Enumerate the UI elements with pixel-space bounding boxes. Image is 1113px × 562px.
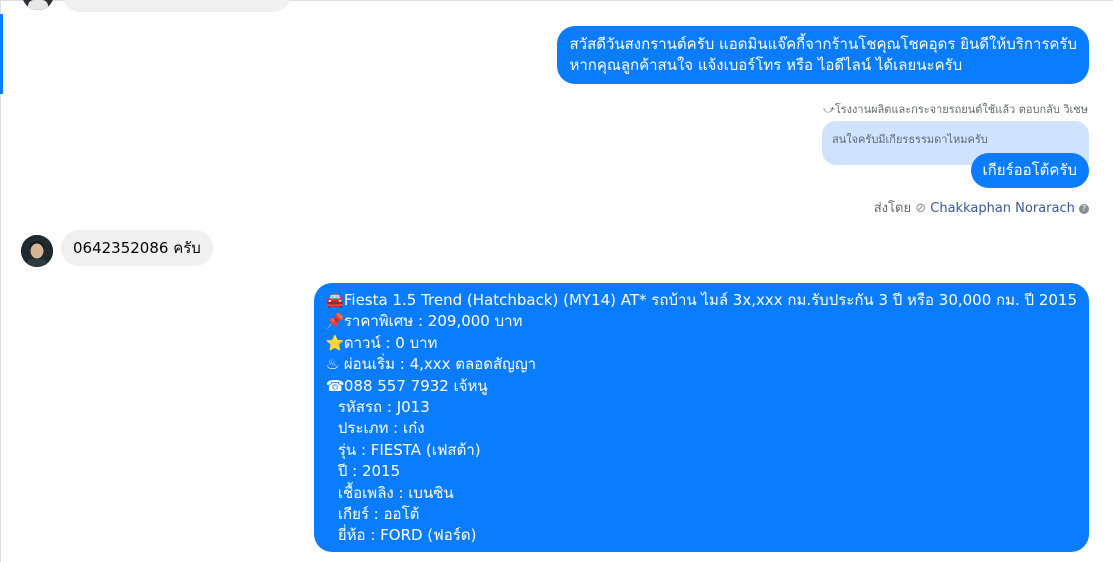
listing-line: ♨ ผ่อนเริ่ม : 4,xxx ตลอดสัญญา — [326, 354, 1077, 375]
active-indicator — [0, 14, 3, 94]
listing-detail: เชื้อเพลิง : เบนซิน — [337, 483, 454, 502]
hot-springs-icon: ♨ — [325, 355, 340, 374]
listing-detail: เกียร์ : ออโต้ — [337, 505, 420, 524]
help-icon[interactable]: ? — [1079, 204, 1089, 214]
sent-by-info: ส่งโดย ⊘ Chakkaphan Norarach ? — [874, 197, 1089, 218]
pushpin-icon: 📌 — [325, 312, 345, 331]
listing-line: 📌ราคาพิเศษ : 209,000 บาท — [326, 311, 1077, 332]
car-icon: 🚘 — [325, 291, 345, 309]
person-avatar-icon — [22, 0, 54, 10]
incoming-message-phone: 0642352086 ครับ — [61, 230, 213, 266]
outgoing-message-listing: 🚘Fiesta 1.5 Trend (Hatchback) (MY14) AT*… — [313, 283, 1089, 552]
listing-detail: รหัสรถ : J013 — [337, 398, 430, 417]
listing-line: ⭐ดาวน์ : 0 บาท — [326, 333, 1077, 354]
outgoing-message-gear: เกียร์ออโต้ครับ — [970, 153, 1089, 188]
page-icon: ⊘ — [915, 201, 927, 216]
listing-detail: ปี : 2015 — [337, 462, 401, 481]
reply-arrow-icon: ⤻ — [823, 103, 835, 116]
sender-name-link[interactable]: Chakkaphan Norarach — [930, 201, 1075, 216]
listing-detail: ประเภท : เก๋ง — [337, 419, 425, 438]
message-line: หากคุณลูกค้าสนใจ แจ้งเบอร์โทร หรือ ไอดีไ… — [569, 56, 963, 74]
reply-context-label: ⤻โรงงานผลิตและกระจายรถยนต์ใช้แล้ว ตอบกลั… — [823, 103, 1088, 116]
listing-line: ☎088 557 7932 เจ้หนู — [326, 376, 1077, 397]
avatar[interactable] — [21, 235, 53, 267]
message-bubble-partial — [62, 0, 291, 12]
outgoing-message-greeting: สวัสดีวันสงกรานต์ครับ แอดมินแจ๊คกี้จากร้… — [557, 26, 1089, 84]
star-icon: ⭐ — [325, 333, 345, 352]
telephone-icon: ☎ — [325, 376, 345, 395]
listing-detail: ยี่ห้อ : FORD (ฟอร์ด) — [337, 526, 477, 545]
avatar[interactable] — [22, 0, 54, 10]
listing-line: 🚘Fiesta 1.5 Trend (Hatchback) (MY14) AT*… — [326, 290, 1077, 311]
person-avatar-icon — [21, 235, 53, 267]
message-line: สวัสดีวันสงกรานต์ครับ แอดมินแจ๊คกี้จากร้… — [569, 35, 1077, 53]
listing-detail: รุ่น : FIESTA (เฟสต้า) — [337, 440, 481, 459]
